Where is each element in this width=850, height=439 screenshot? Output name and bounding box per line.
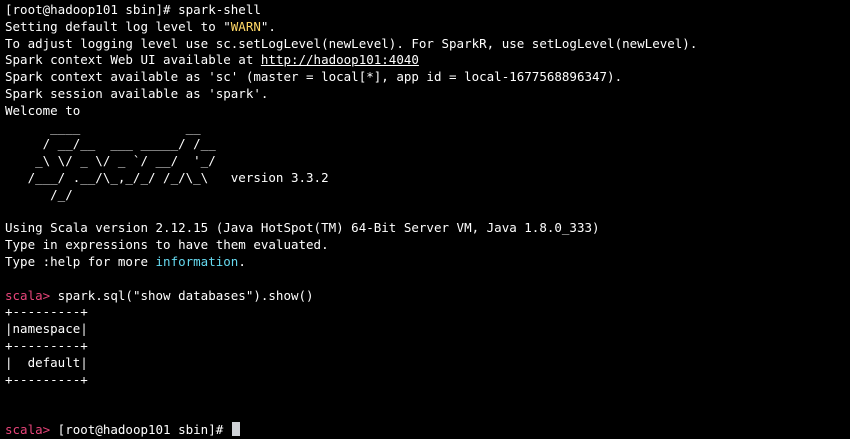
web-ui-line: Spark context Web UI available at http:/…	[5, 52, 850, 69]
warn-level: WARN	[230, 18, 261, 34]
spark-context-line: Spark context available as 'sc' (master …	[5, 69, 623, 85]
result-table-row: | default|	[5, 354, 88, 370]
scala-command-line: scala> spark.sql("show databases").show(…	[5, 288, 850, 305]
spark-logo-version-line: /___/ .__/\_,_/_/ /_/\_\ version 3.3.2	[5, 169, 329, 185]
result-table-border: +---------+	[5, 371, 88, 387]
log-level-line: Setting default log level to "WARN".	[5, 19, 850, 36]
result-table-header: |namespace|	[5, 321, 88, 337]
result-table-border: +---------+	[5, 337, 88, 353]
spark-logo-line: / __/__ ___ _____/ /__	[5, 136, 216, 152]
result-table-border: +---------+	[5, 304, 88, 320]
current-input[interactable]: [root@hadoop101 sbin]#	[50, 422, 231, 437]
text-cursor	[231, 421, 240, 436]
active-input-line[interactable]: scala> [root@hadoop101 sbin]#	[5, 421, 850, 439]
spark-logo-line: _\ \/ _ \/ _ `/ __/ '_/	[5, 153, 216, 169]
web-ui-text: Spark context Web UI available at	[5, 52, 261, 68]
scala-version-line: Using Scala version 2.12.15 (Java HotSpo…	[5, 220, 600, 236]
help-tail: .	[238, 253, 246, 269]
information-word: information	[155, 253, 239, 269]
scala-prompt: scala>	[5, 287, 51, 303]
log-level-tail: ".	[260, 18, 276, 34]
web-ui-link[interactable]: http://hadoop101:4040	[261, 52, 419, 67]
spark-session-line: Spark session available as 'spark'.	[5, 85, 269, 101]
spark-logo-line: /_/	[5, 186, 73, 202]
help-line: Type :help for more information.	[5, 254, 850, 271]
help-text: Type :help for more	[5, 253, 156, 269]
log-level-text: Setting default log level to "	[5, 18, 231, 34]
terminal-window[interactable]: [root@hadoop101 sbin]# spark-shell Setti…	[0, 0, 850, 437]
type-expressions-line: Type in expressions to have them evaluat…	[5, 237, 329, 253]
welcome-line: Welcome to	[5, 102, 81, 118]
scala-command: spark.sql("show databases").show()	[50, 287, 314, 303]
spark-logo-line: ____ __	[5, 119, 201, 135]
scala-prompt: scala>	[5, 421, 51, 437]
shell-command-line: [root@hadoop101 sbin]# spark-shell	[5, 2, 261, 17]
adjust-logging-line: To adjust logging level use sc.setLogLev…	[5, 35, 698, 51]
